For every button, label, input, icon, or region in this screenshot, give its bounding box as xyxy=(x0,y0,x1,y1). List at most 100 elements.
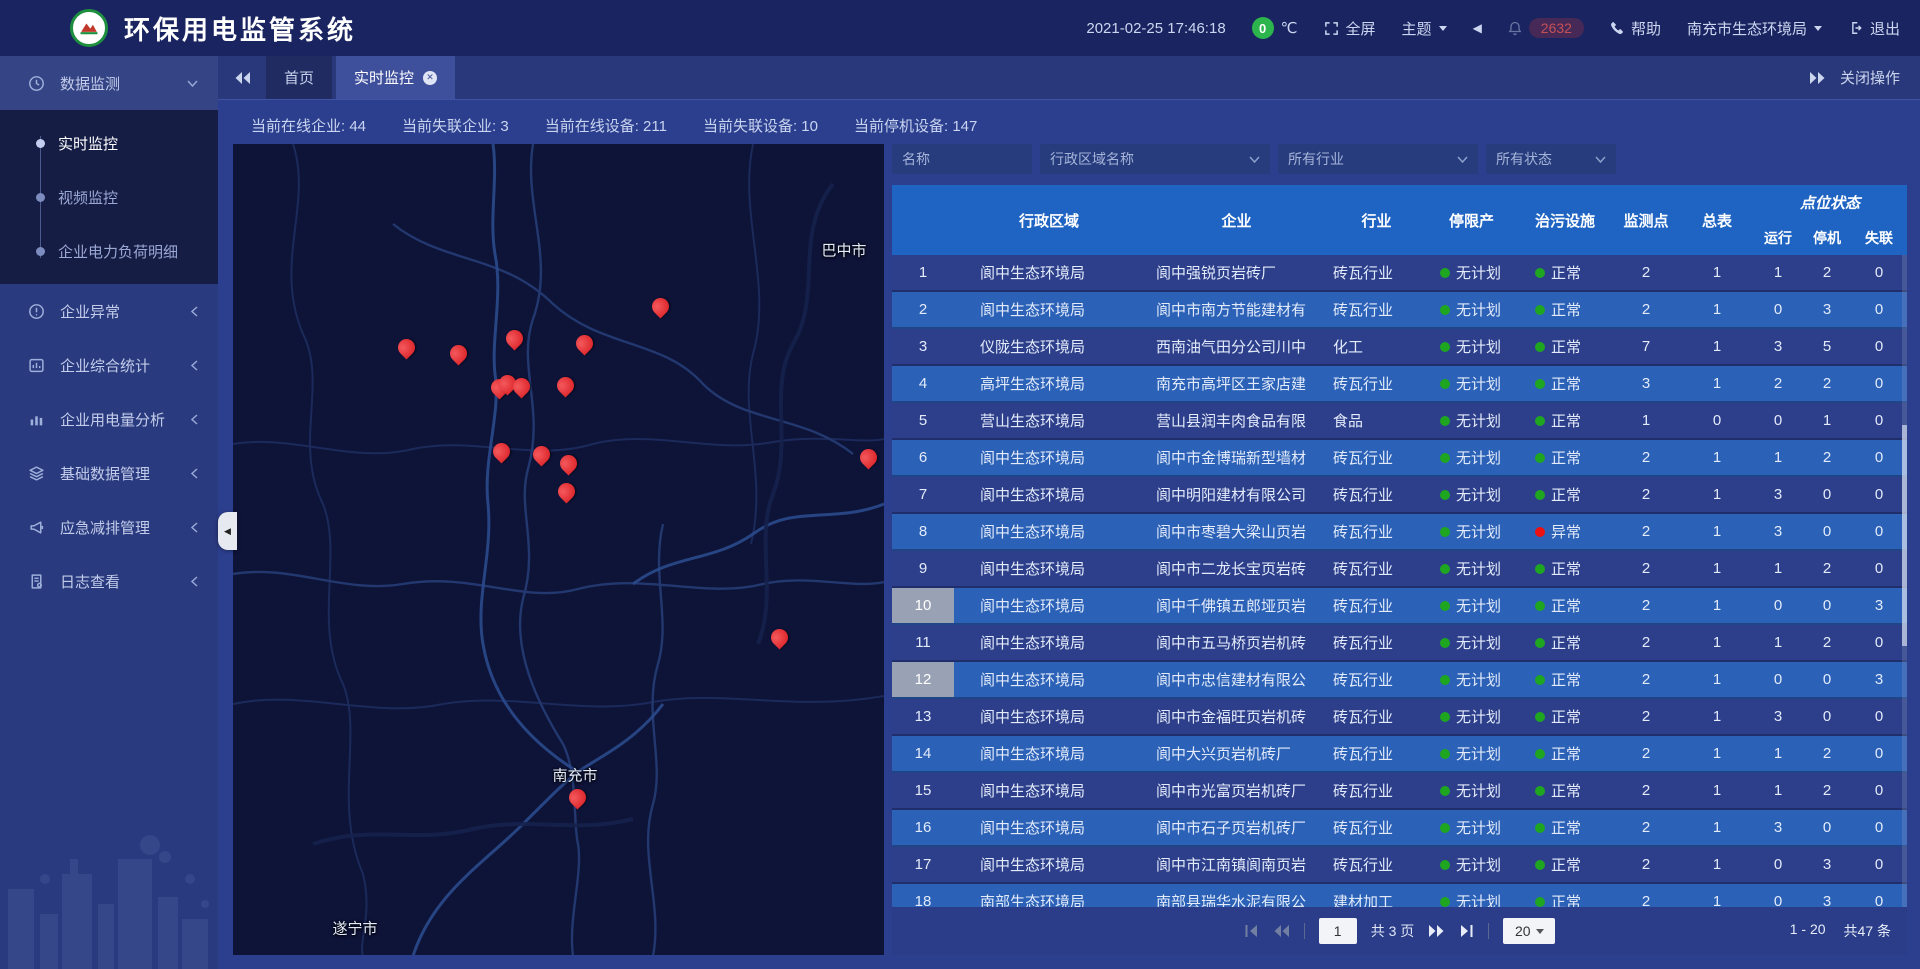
table-row[interactable]: 5 营山生态环境局 营山县润丰肉食品有限 食品 无计划 正常 1 0 0 1 0 xyxy=(892,403,1907,440)
page-title: 环保用电监管系统 xyxy=(124,10,356,47)
cell-run: 2 xyxy=(1753,366,1803,401)
region-filter-select[interactable]: 行政区域名称 xyxy=(1040,144,1270,174)
bullet-dot-icon xyxy=(36,139,45,148)
megaphone-icon xyxy=(28,518,46,536)
cell-stop: 0 xyxy=(1803,477,1851,512)
logout-button[interactable]: 退出 xyxy=(1848,18,1900,39)
table-row[interactable]: 12 阆中生态环境局 阆中市忠信建材有限公 砖瓦行业 无计划 正常 2 1 0 … xyxy=(892,662,1907,699)
table-row[interactable]: 8 阆中生态环境局 阆中市枣碧大梁山页岩 砖瓦行业 无计划 异常 2 1 3 0… xyxy=(892,514,1907,551)
next-page-button[interactable] xyxy=(1428,924,1445,938)
cell-index: 3 xyxy=(892,329,954,364)
status-filter-select[interactable]: 所有状态 xyxy=(1486,144,1616,174)
chevron-left-icon xyxy=(191,414,198,425)
table-row[interactable]: 11 阆中生态环境局 阆中市五马桥页岩机砖 砖瓦行业 无计划 正常 2 1 1 … xyxy=(892,625,1907,662)
status-dot-green xyxy=(1440,379,1450,389)
alert-icon xyxy=(28,302,46,320)
table-row[interactable]: 2 阆中生态环境局 阆中市南方节能建材有 砖瓦行业 无计划 正常 2 1 0 3… xyxy=(892,292,1907,329)
close-operations-button[interactable]: 关闭操作 xyxy=(1809,56,1920,99)
cell-monitor: 2 xyxy=(1611,736,1681,771)
prev-page-button[interactable] xyxy=(1273,924,1290,938)
sidebar-subitem-realtime-monitor[interactable]: 实时监控 xyxy=(0,116,218,170)
chevron-down-icon xyxy=(1814,26,1822,31)
table-row[interactable]: 1 阆中生态环境局 阆中强锐页岩砖厂 砖瓦行业 无计划 正常 2 1 1 2 0 xyxy=(892,255,1907,292)
chevron-down-icon xyxy=(1249,156,1260,163)
name-filter-input[interactable] xyxy=(892,144,1032,174)
help-button[interactable]: 帮助 xyxy=(1610,18,1661,39)
table-row[interactable]: 17 阆中生态环境局 阆中市江南镇阆南页岩 砖瓦行业 无计划 正常 2 1 0 … xyxy=(892,847,1907,884)
double-chevron-left-icon xyxy=(234,71,251,85)
cell-region: 阆中生态环境局 xyxy=(954,736,1144,771)
tab-realtime[interactable]: 实时监控 ✕ xyxy=(336,56,455,99)
cell-meter: 1 xyxy=(1681,736,1753,771)
table-row[interactable]: 7 阆中生态环境局 阆中明阳建材有限公司 砖瓦行业 无计划 正常 2 1 3 0… xyxy=(892,477,1907,514)
cell-run: 1 xyxy=(1753,255,1803,290)
cell-facility: 正常 xyxy=(1519,477,1611,512)
notification-widget[interactable]: 2632 xyxy=(1508,18,1584,38)
cell-stop-limit: 无计划 xyxy=(1424,477,1519,512)
sidebar-collapse-button[interactable]: ◀ xyxy=(218,512,237,550)
cell-industry: 砖瓦行业 xyxy=(1329,736,1424,771)
table-row[interactable]: 15 阆中生态环境局 阆中市光富页岩机砖厂 砖瓦行业 无计划 正常 2 1 1 … xyxy=(892,773,1907,810)
org-menu[interactable]: 南充市生态环境局 xyxy=(1687,18,1822,39)
industry-filter-select[interactable]: 所有行业 xyxy=(1278,144,1478,174)
sidebar-item-company-statistics[interactable]: 企业综合统计 xyxy=(0,338,218,392)
mute-toggle[interactable]: ◀ xyxy=(1473,21,1482,35)
map[interactable]: 巴中市南充市遂宁市 xyxy=(233,144,884,955)
cell-offline: 0 xyxy=(1851,292,1907,327)
cell-industry: 砖瓦行业 xyxy=(1329,773,1424,808)
col-offline: 失联 xyxy=(1851,220,1907,255)
cell-region: 阆中生态环境局 xyxy=(954,514,1144,549)
status-dot-green xyxy=(1535,712,1545,722)
close-icon[interactable]: ✕ xyxy=(423,71,437,85)
log-icon xyxy=(28,572,46,590)
tabs-scroll-left-button[interactable] xyxy=(218,56,266,99)
status-dot-green xyxy=(1535,860,1545,870)
first-page-button[interactable] xyxy=(1244,924,1259,938)
table-body: 1 阆中生态环境局 阆中强锐页岩砖厂 砖瓦行业 无计划 正常 2 1 1 2 0… xyxy=(892,255,1907,907)
table-row[interactable]: 4 高坪生态环境局 南充市高坪区王家店建 砖瓦行业 无计划 正常 3 1 2 2… xyxy=(892,366,1907,403)
cell-region: 阆中生态环境局 xyxy=(954,440,1144,475)
stat-online-companies: 当前在线企业: 44 xyxy=(251,115,366,136)
city-label: 巴中市 xyxy=(821,240,866,261)
page-size-select[interactable]: 20 xyxy=(1503,918,1555,944)
table-row[interactable]: 10 阆中生态环境局 阆中千佛镇五郎垭页岩 砖瓦行业 无计划 正常 2 1 0 … xyxy=(892,588,1907,625)
cell-facility: 正常 xyxy=(1519,773,1611,808)
temperature-unit: ℃ xyxy=(1281,19,1298,37)
sidebar-item-data-monitor[interactable]: 数据监测 xyxy=(0,56,218,110)
col-meter: 总表 xyxy=(1681,185,1753,255)
table-row[interactable]: 18 南部生态环境局 南部县瑞华水泥有限公 建材加工 无计划 正常 2 1 0 … xyxy=(892,884,1907,907)
sidebar-subitem-video-monitor[interactable]: 视频监控 xyxy=(0,170,218,224)
sidebar-item-emergency-reduce[interactable]: 应急减排管理 xyxy=(0,500,218,554)
sidebar-subitem-power-load-detail[interactable]: 企业电力负荷明细 xyxy=(0,224,218,278)
sidebar-item-base-data[interactable]: 基础数据管理 xyxy=(0,446,218,500)
table-row[interactable]: 3 仪陇生态环境局 西南油气田分公司川中 化工 无计划 正常 7 1 3 5 0 xyxy=(892,329,1907,366)
page-number-input[interactable]: 1 xyxy=(1319,918,1357,944)
sidebar-item-log-view[interactable]: 日志查看 xyxy=(0,554,218,608)
last-page-button[interactable] xyxy=(1459,924,1474,938)
divider xyxy=(1304,923,1305,939)
sidebar-item-company-abnormal[interactable]: 企业异常 xyxy=(0,284,218,338)
cell-meter: 1 xyxy=(1681,514,1753,549)
tab-home[interactable]: 首页 xyxy=(266,56,332,99)
table-row[interactable]: 16 阆中生态环境局 阆中市石子页岩机砖厂 砖瓦行业 无计划 正常 2 1 3 … xyxy=(892,810,1907,847)
status-dot-green xyxy=(1440,305,1450,315)
table-row[interactable]: 9 阆中生态环境局 阆中市二龙长宝页岩砖 砖瓦行业 无计划 正常 2 1 1 2… xyxy=(892,551,1907,588)
sidebar-subitem-label: 企业电力负荷明细 xyxy=(58,241,178,262)
bell-icon xyxy=(1508,21,1522,36)
table-row[interactable]: 14 阆中生态环境局 阆中大兴页岩机砖厂 砖瓦行业 无计划 正常 2 1 1 2… xyxy=(892,736,1907,773)
status-dot-green xyxy=(1440,823,1450,833)
cell-offline: 0 xyxy=(1851,366,1907,401)
theme-menu[interactable]: 主题 xyxy=(1402,18,1447,39)
cell-industry: 砖瓦行业 xyxy=(1329,477,1424,512)
fullscreen-button[interactable]: 全屏 xyxy=(1324,18,1376,39)
table-row[interactable]: 13 阆中生态环境局 阆中市金福旺页岩机砖 砖瓦行业 无计划 正常 2 1 3 … xyxy=(892,699,1907,736)
scrollbar-thumb[interactable] xyxy=(1902,425,1907,647)
cell-stop: 2 xyxy=(1803,255,1851,290)
cell-region: 阆中生态环境局 xyxy=(954,255,1144,290)
sidebar-item-power-analysis[interactable]: 企业用电量分析 xyxy=(0,392,218,446)
table-row[interactable]: 6 阆中生态环境局 阆中市金博瑞新型墙材 砖瓦行业 无计划 正常 2 1 1 2… xyxy=(892,440,1907,477)
cell-offline: 0 xyxy=(1851,477,1907,512)
cell-meter: 1 xyxy=(1681,255,1753,290)
table-scrollbar[interactable] xyxy=(1902,255,1907,907)
cell-industry: 砖瓦行业 xyxy=(1329,255,1424,290)
